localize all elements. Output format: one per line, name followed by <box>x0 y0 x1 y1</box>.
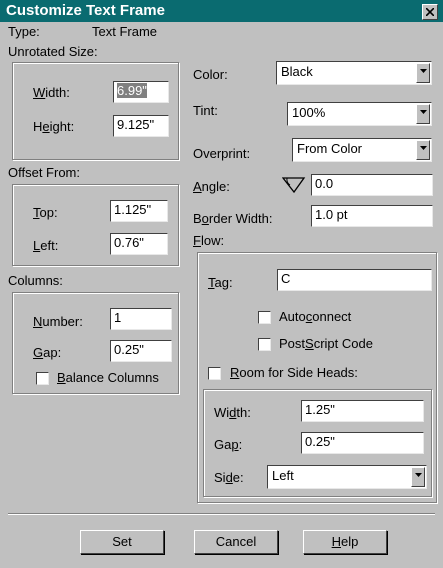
room-for-side-heads-checkbox[interactable] <box>208 367 221 380</box>
overprint-select[interactable]: From Color <box>292 138 432 162</box>
side-dropdown-button[interactable] <box>411 467 425 487</box>
chevron-down-icon <box>420 110 427 114</box>
width-label: Width: <box>33 85 70 100</box>
chevron-down-icon <box>420 69 427 73</box>
title-bar[interactable]: Customize Text Frame <box>0 0 443 22</box>
gap-label: Gap: <box>33 345 62 360</box>
balance-columns-checkbox[interactable] <box>36 372 49 385</box>
color-label: Color: <box>193 67 228 82</box>
tint-value: 100% <box>292 105 326 120</box>
tint-dropdown-button[interactable] <box>416 104 430 124</box>
flow-label: Flow: <box>193 233 225 248</box>
number-field[interactable]: 1 <box>110 308 172 330</box>
border-width-field[interactable]: 1.0 pt <box>311 205 433 227</box>
left-label: Left: <box>33 238 59 253</box>
close-icon <box>426 8 434 16</box>
tint-label: Tint: <box>193 103 218 118</box>
room-for-side-heads-label: Room for Side Heads: <box>230 365 358 380</box>
angle-label: Angle: <box>193 179 230 194</box>
side-gap-field[interactable]: 0.25" <box>301 432 424 454</box>
help-button[interactable]: Help <box>303 530 387 554</box>
color-select[interactable]: Black <box>276 61 432 85</box>
chevron-down-icon <box>420 146 427 150</box>
autoconnect-label: Autoconnect <box>279 309 352 324</box>
side-label: Side: <box>214 470 244 485</box>
side-select[interactable]: Left <box>267 465 427 489</box>
height-field[interactable]: 9.125" <box>113 115 169 137</box>
height-label: Height: <box>33 119 75 134</box>
unrotated-size-group <box>12 62 179 160</box>
color-dropdown-button[interactable] <box>416 63 430 83</box>
overprint-value: From Color <box>297 141 363 156</box>
columns-label: Columns: <box>8 273 63 288</box>
number-label: Number: <box>33 314 83 329</box>
tint-select[interactable]: 100% <box>287 102 432 126</box>
overprint-label: Overprint: <box>193 146 251 161</box>
side-width-field[interactable]: 1.25" <box>301 400 424 422</box>
gap-field[interactable]: 0.25" <box>110 340 172 362</box>
close-button[interactable] <box>422 4 438 20</box>
type-label: Type: <box>8 24 40 39</box>
unrotated-size-label: Unrotated Size: <box>8 44 98 59</box>
angle-icon <box>282 177 306 194</box>
tag-label: Tag: <box>208 275 233 290</box>
side-gap-label: Gap: <box>214 437 243 452</box>
overprint-dropdown-button[interactable] <box>416 140 430 160</box>
tag-field[interactable]: C <box>277 269 432 291</box>
color-value: Black <box>281 64 313 79</box>
postscript-code-checkbox[interactable] <box>258 338 271 351</box>
autoconnect-checkbox[interactable] <box>258 311 271 324</box>
cancel-button[interactable]: Cancel <box>194 530 278 554</box>
chevron-down-icon <box>415 473 422 477</box>
top-field[interactable]: 1.125" <box>110 200 168 222</box>
top-label: Top: <box>33 205 58 220</box>
postscript-code-label: PostScript Code <box>279 336 373 351</box>
window-title: Customize Text Frame <box>6 2 165 19</box>
customize-text-frame-dialog: Customize Text Frame Type: Text Frame Un… <box>0 0 443 568</box>
divider <box>8 513 435 514</box>
side-value: Left <box>272 468 294 483</box>
side-width-label: Width: <box>214 405 251 420</box>
offset-from-label: Offset From: <box>8 165 80 180</box>
angle-field[interactable]: 0.0 <box>311 174 433 196</box>
border-width-label: Border Width: <box>193 211 273 226</box>
set-button[interactable]: Set <box>80 530 164 554</box>
width-field[interactable]: 6.99" <box>113 81 169 103</box>
left-field[interactable]: 0.76" <box>110 233 168 255</box>
type-value: Text Frame <box>92 24 158 39</box>
balance-columns-label: Balance Columns <box>57 370 159 385</box>
